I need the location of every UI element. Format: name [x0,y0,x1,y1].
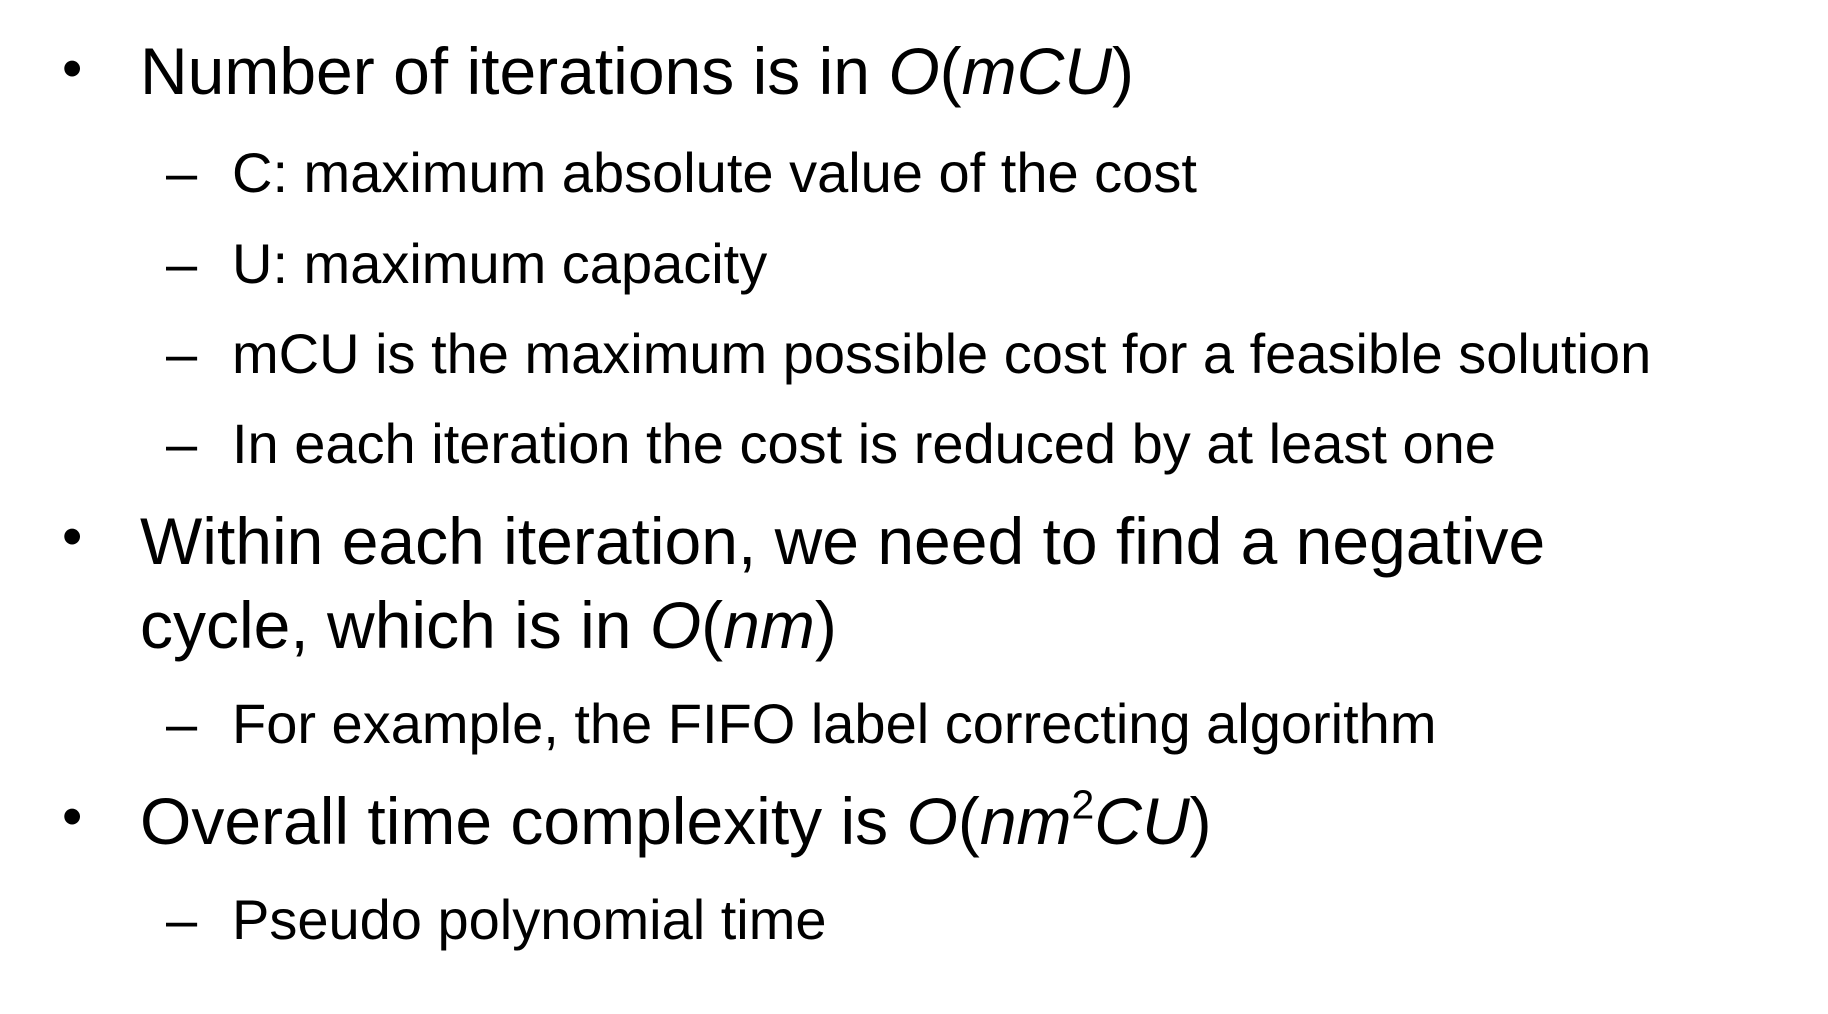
bullet-1-text: Number of iterations is in O(mCU) [140,38,1134,104]
dash-icon: – [166,888,198,951]
big-o-symbol: O [888,34,940,108]
open-paren: ( [939,34,962,108]
close-paren: ) [1111,34,1134,108]
big-o-symbol: O [906,784,958,858]
dash-icon: – [166,232,198,295]
bullet-2-line-2: cycle, which is in O(nm) [140,592,837,658]
bullet-3-text: Overall time complexity is O(nm2CU) [140,784,1212,854]
subitem-cost: C: maximum absolute value of the cost [232,141,1197,204]
subitem-pseudo-polynomial: Pseudo polynomial time [232,888,827,951]
big-o-symbol: O [649,588,702,662]
subitem-max-cost: mCU is the maximum possible cost for a f… [232,322,1652,385]
bullet-2-line-1: Within each iteration, we need to find a… [140,504,1546,578]
dash-icon: – [166,412,198,475]
bullet-icon: • [62,504,83,569]
subitem-reduction: In each iteration the cost is reduced by… [232,412,1496,475]
dash-icon: – [166,141,198,204]
bullet-2-label: cycle, which is in [140,588,650,662]
math-args: CU [1094,784,1190,858]
math-args: mCU [961,34,1112,108]
slide-content: • Number of iterations is in O(mCU) – C:… [0,0,1828,1014]
math-args: nm [979,784,1072,858]
open-paren: ( [957,784,980,858]
math-args: nm [723,588,815,662]
close-paren: ) [814,588,837,662]
subitem-fifo: For example, the FIFO label correcting a… [232,692,1437,755]
superscript: 2 [1071,781,1095,828]
close-paren: ) [1189,784,1212,858]
dash-icon: – [166,322,198,385]
dash-icon: – [166,692,198,755]
bullet-icon: • [62,784,83,849]
bullet-icon: • [62,36,83,101]
bullet-1-label: Number of iterations is in [140,34,889,108]
open-paren: ( [701,588,724,662]
subitem-capacity: U: maximum capacity [232,232,768,295]
bullet-3-label: Overall time complexity is [140,784,907,858]
